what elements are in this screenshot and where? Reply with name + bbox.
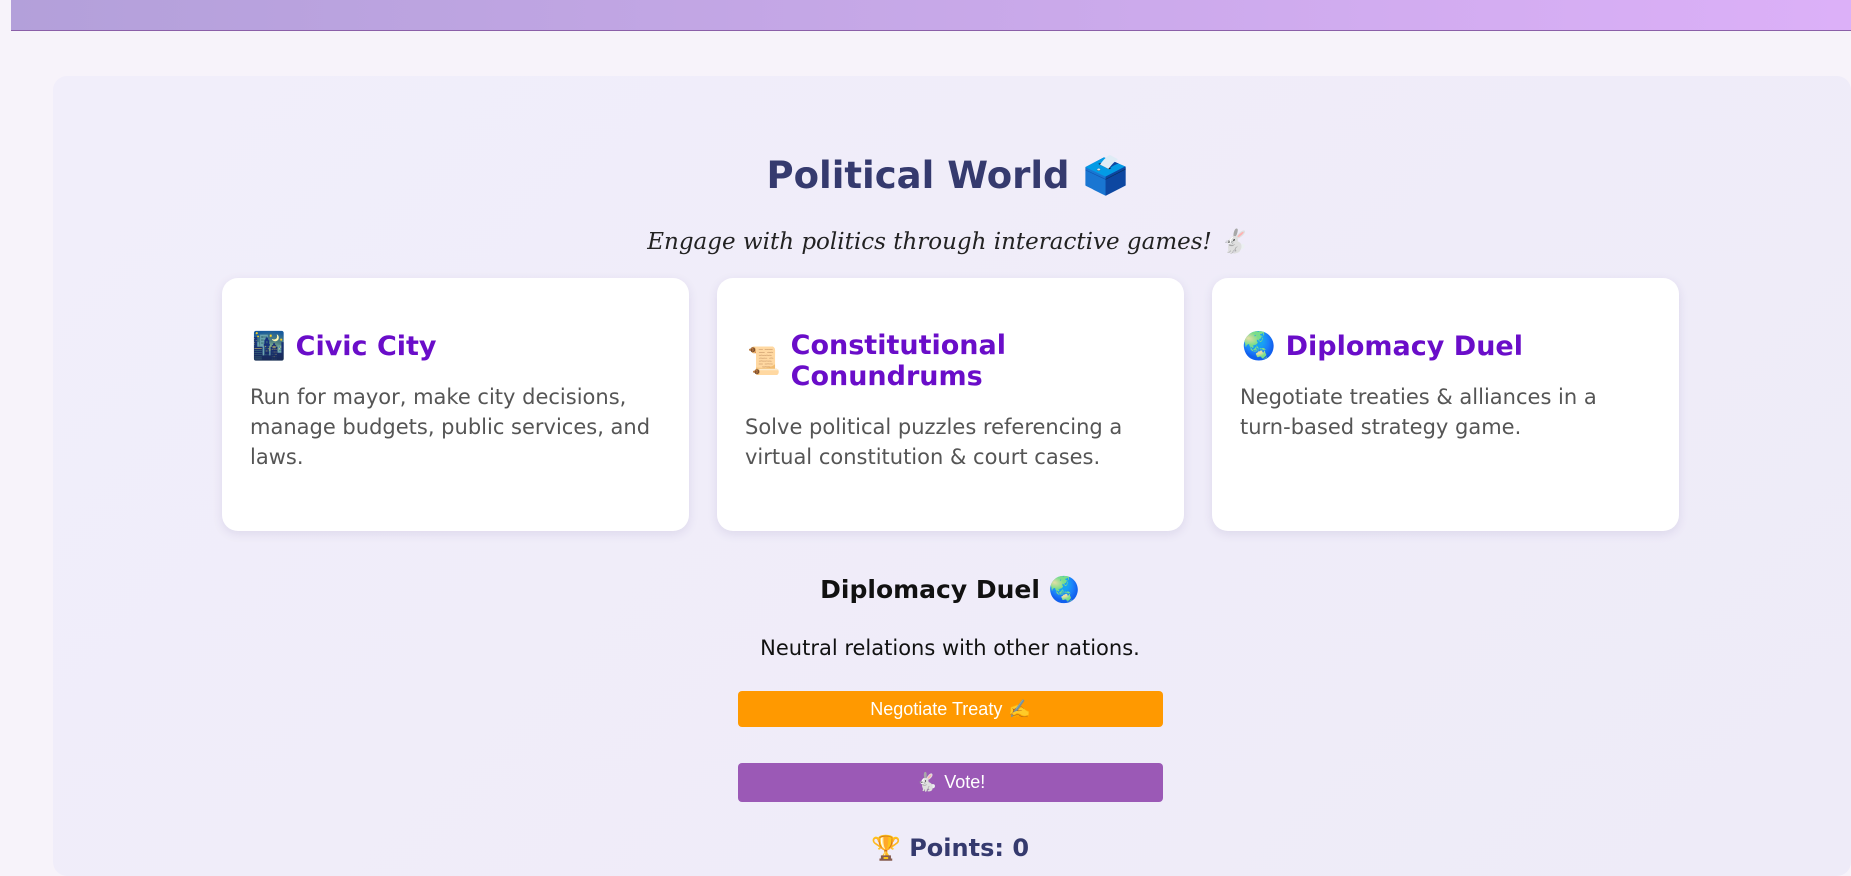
game-card-title-text: Civic City	[295, 330, 437, 362]
active-game-status: Neutral relations with other nations.	[760, 636, 1140, 660]
ballot-box-icon: 🗳️	[1082, 154, 1129, 197]
scroll-icon: 📜	[747, 346, 781, 377]
game-card-description: Solve political puzzles referencing a vi…	[745, 415, 1123, 469]
game-card-civic-city[interactable]: 🌃 Civic City Run for mayor, make city de…	[222, 278, 689, 531]
vote-label: Vote!	[944, 772, 986, 792]
negotiate-treaty-button[interactable]: Negotiate Treaty ✍️	[738, 691, 1163, 727]
game-card-title-text: Diplomacy Duel	[1285, 330, 1523, 362]
game-card-title: 🌃 Civic City	[252, 330, 661, 363]
rabbit-icon: 🐇	[915, 772, 939, 792]
page-subtitle: Engage with politics through interactive…	[0, 228, 1851, 255]
city-night-icon: 🌃	[252, 331, 286, 362]
top-bar	[11, 0, 1851, 31]
trophy-icon: 🏆	[870, 834, 901, 862]
game-card-constitutional-conundrums[interactable]: 📜 Constitutional Conundrums Solve politi…	[717, 278, 1184, 531]
points-label: Points: 0	[909, 834, 1030, 862]
active-game-title-text: Diplomacy Duel	[820, 575, 1040, 604]
vote-button[interactable]: 🐇 Vote!	[738, 763, 1163, 802]
writing-hand-icon: ✍️	[1008, 698, 1031, 719]
active-game-title: Diplomacy Duel 🌏	[0, 575, 1851, 605]
globe-icon: 🌏	[1242, 331, 1276, 362]
page-subtitle-text: Engage with politics through interactive…	[647, 229, 1212, 255]
game-card-title-text: Constitutional Conundrums	[790, 330, 1006, 392]
game-card-title: 🌏 Diplomacy Duel	[1242, 330, 1651, 363]
points-display: 🏆 Points: 0	[0, 834, 1851, 862]
game-card-diplomacy-duel[interactable]: 🌏 Diplomacy Duel Negotiate treaties & al…	[1212, 278, 1679, 531]
page-title-text: Political World	[766, 154, 1070, 197]
page-title: Political World 🗳️	[0, 154, 1851, 198]
game-card-title: 📜 Constitutional Conundrums	[747, 330, 1156, 392]
negotiate-treaty-label: Negotiate Treaty	[870, 698, 1003, 719]
rabbit-icon: 🐇	[1219, 229, 1248, 255]
game-card-description: Run for mayor, make city decisions, mana…	[250, 385, 651, 469]
game-card-description: Negotiate treaties & alliances in a turn…	[1240, 385, 1597, 439]
globe-icon: 🌏	[1048, 575, 1080, 604]
